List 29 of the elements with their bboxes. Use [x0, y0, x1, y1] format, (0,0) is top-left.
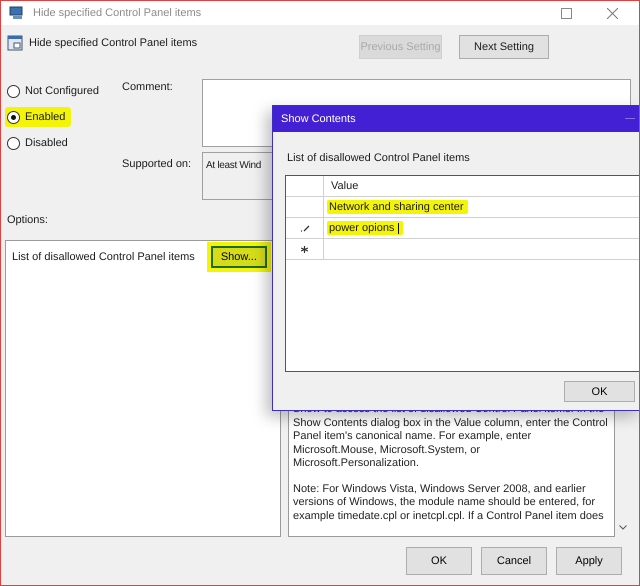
asterisk-icon [301, 246, 308, 252]
policy-title: Hide specified Control Panel items [29, 37, 198, 49]
list-label: List of disallowed Control Panel items [286, 151, 471, 164]
ok-button[interactable]: OK [564, 381, 635, 402]
radio-option[interactable]: Not Configured [5, 81, 105, 101]
value-cell[interactable]: Network and sharing center [327, 200, 468, 214]
maximize-icon[interactable] [560, 8, 572, 18]
pencil-icon [300, 224, 310, 232]
option-label: List of disallowed Control Panel items [12, 251, 195, 263]
scroll-down-icon[interactable] [619, 525, 627, 530]
radio-option[interactable]: Enabled [5, 107, 72, 127]
dialog-button[interactable]: Cancel [481, 547, 547, 575]
options-label: Options: [7, 214, 48, 226]
window-title: Hide specified Control Panel items [33, 7, 202, 19]
supported-on-label: Supported on: [122, 157, 192, 170]
radio-option[interactable]: Disabled [5, 133, 74, 153]
close-icon[interactable] [606, 8, 618, 18]
policy-icon [7, 35, 23, 51]
comment-label: Comment: [122, 80, 174, 93]
minimize-button[interactable] [625, 118, 635, 120]
column-header: Value [330, 180, 358, 192]
help-text: Note: For Windows Vista, Windows Server 2008, and earlier versions of Windows, the module name should be entered, for example timedate.cpl or inetcpl.cpl. If a Control Panel item does [293, 482, 605, 523]
dialog-button[interactable]: OK [406, 547, 472, 575]
value-cell[interactable]: power opions [327, 221, 404, 235]
computer-icon [9, 6, 25, 20]
dialog-title: Show Contents [281, 113, 357, 125]
supported-on-value: At least Wind [206, 160, 262, 171]
dialog-button[interactable]: Apply [556, 547, 622, 575]
next-setting-button[interactable]: Next Setting [459, 35, 549, 59]
